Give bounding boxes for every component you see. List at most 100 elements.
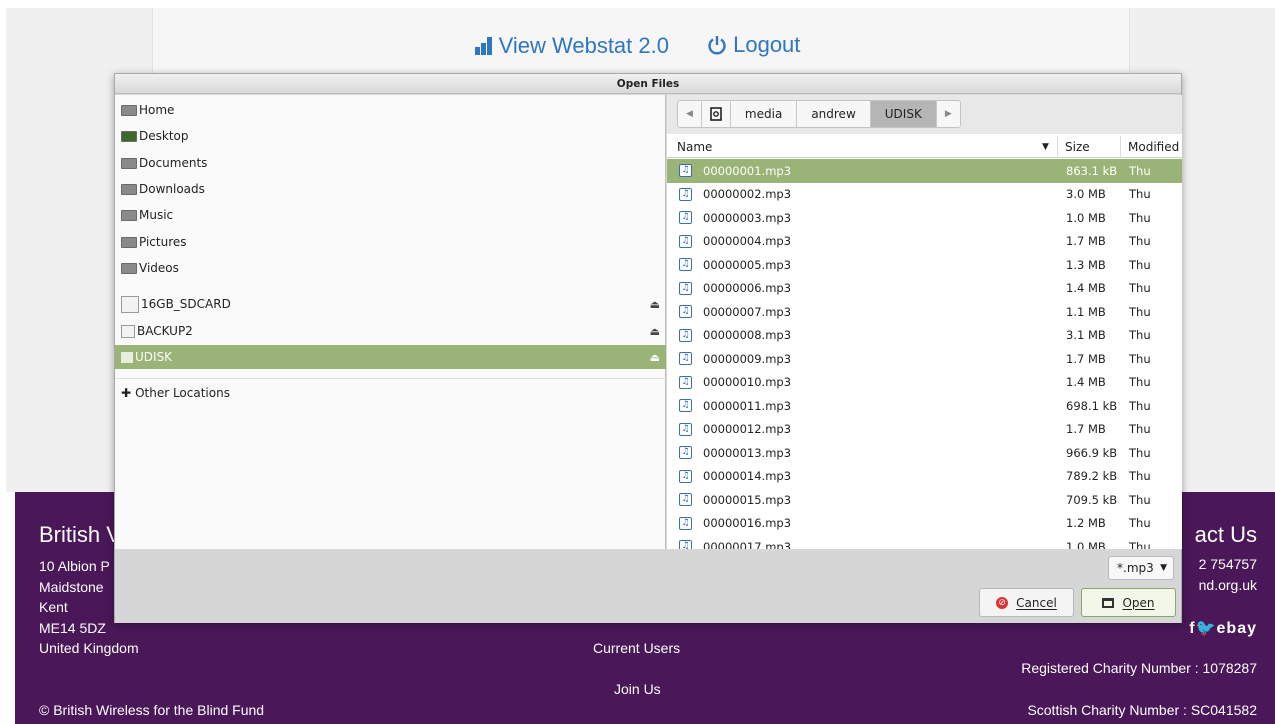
file-size: 1.0 MB xyxy=(1066,210,1106,225)
column-name[interactable]: Name xyxy=(677,140,712,154)
table-row[interactable]: ♫ 00000013.mp3 966.9 kB Thu xyxy=(667,441,1182,465)
file-size: 1.7 MB xyxy=(1066,422,1106,437)
logout-link[interactable]: Logout xyxy=(707,32,800,58)
eject-icon[interactable]: ⏏ xyxy=(650,351,660,364)
eject-icon[interactable]: ⏏ xyxy=(650,325,660,338)
documents-folder-icon xyxy=(121,157,137,169)
scroll-right-icon[interactable]: ▶ xyxy=(937,101,960,127)
file-size: 709.5 kB xyxy=(1066,492,1118,507)
sidebar-item-udisk[interactable]: UDISK ⏏ xyxy=(115,345,666,369)
open-button[interactable]: Open xyxy=(1081,588,1176,617)
table-row[interactable]: ♫ 00000002.mp3 3.0 MB Thu xyxy=(667,183,1182,207)
logout-label: Logout xyxy=(733,32,801,57)
file-size: 698.1 kB xyxy=(1066,398,1118,413)
breadcrumb: ◀ media andrew UDISK ▶ xyxy=(677,100,961,128)
scottish-charity: Scottish Charity Number : SC041582 xyxy=(1027,702,1257,718)
file-size: 1.2 MB xyxy=(1066,516,1106,531)
file-modified: Thu xyxy=(1129,304,1151,319)
audio-file-icon: ♫ xyxy=(679,352,692,366)
sidebar-item-label: Documents xyxy=(139,156,208,170)
audio-file-icon: ♫ xyxy=(679,516,692,530)
sidebar-item-music[interactable]: Music xyxy=(115,203,666,227)
webstat-label: View Webstat 2.0 xyxy=(498,33,669,58)
contact-phone: 2 754757 xyxy=(1198,556,1257,572)
audio-file-icon: ♫ xyxy=(679,258,692,272)
sidebar-item-pictures[interactable]: Pictures xyxy=(115,230,666,254)
social-icons[interactable]: f🐦ebay xyxy=(1189,618,1257,638)
column-size[interactable]: Size xyxy=(1065,140,1090,154)
cancel-button[interactable]: ⊘ Cancel xyxy=(979,588,1074,617)
webstat-link[interactable]: View Webstat 2.0 xyxy=(474,33,669,59)
file-modified: Thu xyxy=(1129,539,1151,549)
join-us-link[interactable]: Join Us xyxy=(614,681,661,697)
table-row[interactable]: ♫ 00000010.mp3 1.4 MB Thu xyxy=(667,371,1182,395)
contact-email[interactable]: nd.org.uk xyxy=(1199,577,1257,593)
sidebar-item-other-locations[interactable]: ✚ Other Locations xyxy=(115,381,666,405)
file-size: 1.3 MB xyxy=(1066,257,1106,272)
column-modified[interactable]: Modified xyxy=(1128,140,1179,154)
open-folder-icon xyxy=(1102,597,1115,608)
path-item-udisk[interactable]: UDISK xyxy=(870,101,937,127)
table-row[interactable]: ♫ 00000016.mp3 1.2 MB Thu xyxy=(667,512,1182,536)
table-row[interactable]: ♫ 00000012.mp3 1.7 MB Thu xyxy=(667,418,1182,442)
table-row[interactable]: ♫ 00000009.mp3 1.7 MB Thu xyxy=(667,347,1182,371)
file-modified: Thu xyxy=(1129,492,1151,507)
file-name: 00000001.mp3 xyxy=(703,163,792,178)
sidebar-item-label: Pictures xyxy=(139,235,187,249)
audio-file-icon: ♫ xyxy=(679,422,692,436)
file-list[interactable]: ♫ 00000001.mp3 863.1 kB Thu ♫ 00000002.mp3 3.0… xyxy=(667,159,1182,549)
table-row[interactable]: ♫ 00000004.mp3 1.7 MB Thu xyxy=(667,230,1182,254)
table-row[interactable]: ♫ 00000014.mp3 789.2 kB Thu xyxy=(667,465,1182,489)
table-row[interactable]: ♫ 00000015.mp3 709.5 kB Thu xyxy=(667,488,1182,512)
file-modified: Thu xyxy=(1129,422,1151,437)
sidebar-item-documents[interactable]: Documents xyxy=(115,151,666,175)
table-row[interactable]: ♫ 00000003.mp3 1.0 MB Thu xyxy=(667,206,1182,230)
audio-file-icon: ♫ xyxy=(679,211,692,225)
sidebar-item-label: Other Locations xyxy=(135,386,230,400)
chevron-down-icon: ▼ xyxy=(1160,563,1167,573)
file-modified: Thu xyxy=(1129,328,1151,343)
power-icon xyxy=(708,36,726,55)
sidebar-item-label: UDISK xyxy=(135,350,173,364)
registered-charity: Registered Charity Number : 1078287 xyxy=(1021,660,1257,676)
table-row[interactable]: ♫ 00000007.mp3 1.1 MB Thu xyxy=(667,300,1182,324)
file-size: 966.9 kB xyxy=(1066,445,1118,460)
sidebar-item-downloads[interactable]: Downloads xyxy=(115,177,666,201)
file-modified: Thu xyxy=(1129,398,1151,413)
sidebar-item-desktop[interactable]: Desktop xyxy=(115,124,666,148)
path-item-andrew[interactable]: andrew xyxy=(797,101,871,127)
table-row[interactable]: ♫ 00000011.mp3 698.1 kB Thu xyxy=(667,394,1182,418)
audio-file-icon: ♫ xyxy=(679,328,692,342)
table-row[interactable]: ♫ 00000006.mp3 1.4 MB Thu xyxy=(667,277,1182,301)
file-name: 00000017.mp3 xyxy=(703,539,792,549)
path-item-media[interactable]: media xyxy=(731,101,798,127)
file-modified: Thu xyxy=(1129,281,1151,296)
file-name: 00000015.mp3 xyxy=(703,492,792,507)
table-row[interactable]: ♫ 00000017.mp3 1.0 MB Thu xyxy=(667,535,1182,549)
file-name: 00000016.mp3 xyxy=(703,516,792,531)
audio-file-icon: ♫ xyxy=(679,446,692,460)
sidebar-item-label: Home xyxy=(139,103,175,117)
audio-file-icon: ♫ xyxy=(679,164,692,178)
table-row[interactable]: ♫ 00000001.mp3 863.1 kB Thu xyxy=(667,159,1182,183)
audio-file-icon: ♫ xyxy=(679,540,692,549)
sidebar-item-label: Desktop xyxy=(139,129,189,143)
sort-desc-icon[interactable]: ▼ xyxy=(1042,142,1049,152)
home-folder-icon xyxy=(121,104,137,116)
drive-icon xyxy=(121,351,133,363)
drive-icon xyxy=(121,324,135,338)
audio-file-icon: ♫ xyxy=(679,469,692,483)
current-users-link[interactable]: Current Users xyxy=(593,640,680,656)
sidebar-item-videos[interactable]: Videos xyxy=(115,256,666,280)
file-type-filter[interactable]: *.mp3 ▼ xyxy=(1108,556,1174,580)
path-root-button[interactable] xyxy=(702,101,731,127)
sidebar-item-16gb-sdcard[interactable]: 16GB_SDCARD ⏏ xyxy=(115,292,666,316)
sidebar-item-backup2[interactable]: BACKUP2 ⏏ xyxy=(115,319,666,343)
scroll-left-icon[interactable]: ◀ xyxy=(678,101,702,127)
sidebar-item-home[interactable]: Home xyxy=(115,98,666,122)
table-row[interactable]: ♫ 00000005.mp3 1.3 MB Thu xyxy=(667,253,1182,277)
top-nav: View Webstat 2.0 Logout xyxy=(0,32,1275,61)
table-row[interactable]: ♫ 00000008.mp3 3.1 MB Thu xyxy=(667,324,1182,348)
eject-icon[interactable]: ⏏ xyxy=(650,298,660,311)
audio-file-icon: ♫ xyxy=(679,187,692,201)
